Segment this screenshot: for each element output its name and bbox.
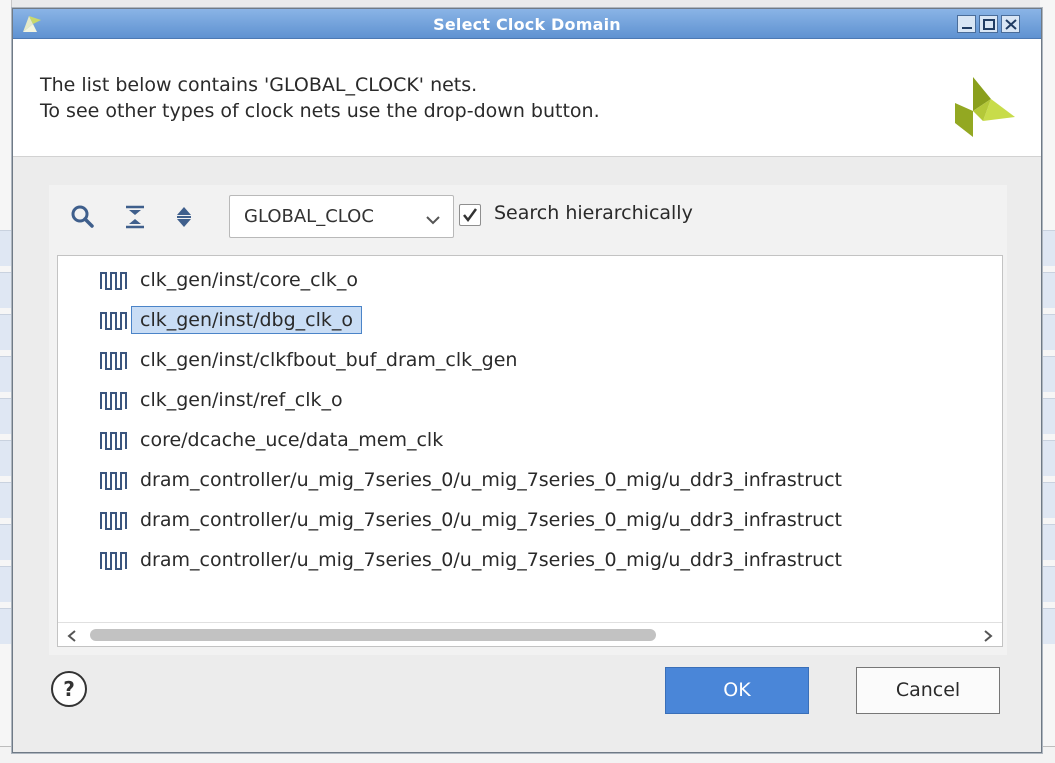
minimize-button[interactable]	[957, 15, 976, 33]
clock-net-name: dram_controller/u_mig_7series_0/u_mig_7s…	[140, 469, 843, 491]
help-icon: ?	[63, 677, 75, 701]
clock-net-row[interactable]: clk_gen/inst/ref_clk_o	[58, 380, 1002, 420]
search-hierarchically-checkbox[interactable]	[459, 204, 481, 226]
dialog-title: Select Clock Domain	[433, 15, 621, 34]
clock-net-icon	[100, 511, 130, 535]
collapse-all-icon[interactable]	[124, 205, 146, 233]
clock-type-select[interactable]: GLOBAL_CLOC	[229, 195, 454, 238]
net-list-panel: GLOBAL_CLOC Search hierarchically clk_ge…	[49, 185, 1007, 655]
help-button[interactable]: ?	[51, 671, 87, 707]
background-window-right-edge	[1040, 0, 1055, 763]
select-clock-domain-dialog: Select Clock Domain The list below conta…	[12, 8, 1042, 753]
ok-button[interactable]: OK	[665, 667, 809, 714]
clock-net-icon	[100, 391, 130, 415]
expand-all-icon[interactable]	[174, 205, 194, 233]
clock-net-row[interactable]: core/dcache_uce/data_mem_clk	[58, 420, 1002, 460]
clock-net-row[interactable]: dram_controller/u_mig_7series_0/u_mig_7s…	[58, 500, 1002, 540]
chevron-down-icon	[425, 211, 441, 230]
instruction-text: The list below contains 'GLOBAL_CLOCK' n…	[40, 72, 600, 124]
dialog-header: The list below contains 'GLOBAL_CLOCK' n…	[13, 39, 1041, 157]
clock-net-row[interactable]: clk_gen/inst/dbg_clk_o	[58, 300, 1002, 340]
clock-net-name: dram_controller/u_mig_7series_0/u_mig_7s…	[140, 509, 843, 531]
clock-net-name: dram_controller/u_mig_7series_0/u_mig_7s…	[140, 549, 843, 571]
clock-net-row[interactable]: dram_controller/u_mig_7series_0/u_mig_7s…	[58, 540, 1002, 580]
search-icon[interactable]	[71, 205, 95, 233]
scrollbar-thumb[interactable]	[90, 629, 656, 641]
horizontal-scrollbar[interactable]	[58, 622, 1002, 646]
scroll-left-icon[interactable]	[66, 628, 78, 646]
clock-net-row[interactable]: dram_controller/u_mig_7series_0/u_mig_7s…	[58, 460, 1002, 500]
clock-net-name: core/dcache_uce/data_mem_clk	[140, 429, 444, 451]
maximize-button[interactable]	[979, 15, 998, 33]
close-button[interactable]	[1001, 15, 1020, 33]
instruction-line-2: To see other types of clock nets use the…	[40, 100, 600, 122]
clock-net-icon	[100, 351, 130, 375]
clock-net-icon	[100, 271, 130, 295]
clock-net-name: clk_gen/inst/dbg_clk_o	[130, 306, 363, 334]
cancel-button[interactable]: Cancel	[856, 667, 1000, 714]
clock-net-row[interactable]: clk_gen/inst/core_clk_o	[58, 260, 1002, 300]
clock-net-name: clk_gen/inst/clkfbout_buf_dram_clk_gen	[140, 349, 518, 371]
clock-type-value: GLOBAL_CLOC	[244, 206, 374, 227]
scroll-right-icon[interactable]	[982, 628, 994, 646]
xilinx-logo	[953, 77, 1017, 143]
clock-net-icon	[100, 471, 130, 495]
instruction-line-1: The list below contains 'GLOBAL_CLOCK' n…	[40, 74, 478, 96]
clock-net-icon	[100, 311, 130, 335]
clock-net-name: clk_gen/inst/ref_clk_o	[140, 389, 343, 411]
clock-net-name: clk_gen/inst/core_clk_o	[140, 269, 358, 291]
clock-net-icon	[100, 551, 130, 575]
clock-net-list[interactable]: clk_gen/inst/core_clk_o clk_gen/inst/dbg_…	[57, 255, 1003, 647]
background-window-left-edge	[0, 0, 12, 763]
clock-net-row[interactable]: clk_gen/inst/clkfbout_buf_dram_clk_gen	[58, 340, 1002, 380]
title-bar[interactable]: Select Clock Domain	[13, 9, 1041, 39]
search-hierarchically-label[interactable]: Search hierarchically	[494, 202, 693, 224]
clock-net-icon	[100, 431, 130, 455]
